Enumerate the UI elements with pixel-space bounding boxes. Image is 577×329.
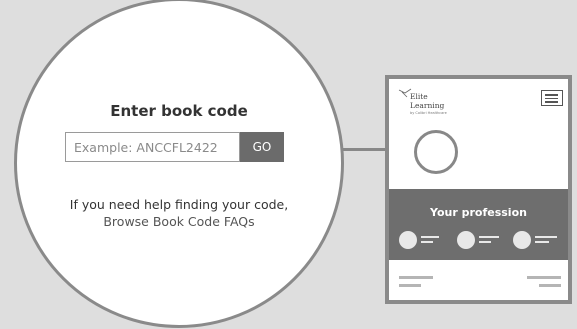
feature-dot-icon	[399, 231, 417, 249]
help-text-block: If you need help finding your code, Brow…	[17, 196, 341, 230]
logo-wordmark: Elite Learning	[410, 92, 445, 110]
profession-title: Your profession	[430, 206, 527, 219]
logo-tagline: by Colibri Healthcare	[410, 111, 447, 115]
footer-line	[539, 284, 561, 287]
feature-dot-icon	[457, 231, 475, 249]
feature-item	[399, 231, 451, 249]
device-screen: Elite Learning by Colibri Healthcare You…	[389, 79, 568, 300]
hamburger-menu-icon[interactable]	[541, 90, 563, 106]
go-button[interactable]: GO	[240, 132, 284, 162]
elite-learning-logo: Elite Learning by Colibri Healthcare	[398, 88, 468, 122]
help-text: If you need help finding your code,	[69, 197, 289, 212]
magnify-target-circle	[414, 130, 458, 174]
feature-item	[457, 231, 509, 249]
magnified-book-code-panel: Enter book code GO If you need help find…	[14, 0, 344, 328]
logo-line2: Learning	[410, 100, 445, 110]
footer-line	[527, 276, 561, 279]
mobile-device-preview: Elite Learning by Colibri Healthcare You…	[385, 75, 572, 304]
footer-line	[399, 284, 421, 287]
footer-line	[399, 276, 433, 279]
book-code-faq-link[interactable]: Browse Book Code FAQs	[17, 213, 341, 230]
book-code-title: Enter book code	[110, 102, 248, 120]
feature-dot-icon	[513, 231, 531, 249]
feature-item	[513, 231, 565, 249]
profession-band: Your profession	[389, 189, 568, 260]
book-code-input[interactable]	[65, 132, 240, 162]
